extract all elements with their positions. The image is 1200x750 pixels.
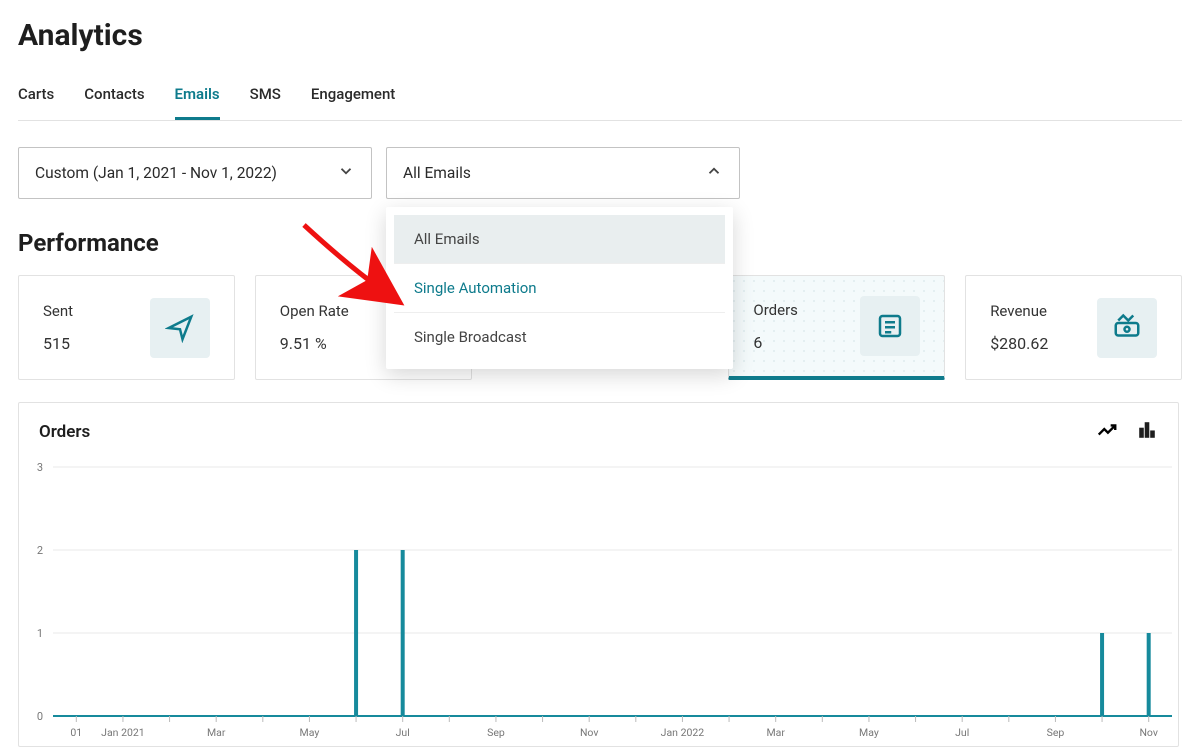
email-filter-select[interactable]: All Emails <box>386 147 740 199</box>
svg-text:Jan 2022: Jan 2022 <box>661 726 705 739</box>
send-icon <box>150 298 210 358</box>
svg-text:01: 01 <box>70 726 82 739</box>
date-range-select[interactable]: Custom (Jan 1, 2021 - Nov 1, 2022) <box>18 147 372 199</box>
card-value: 6 <box>753 333 798 352</box>
date-range-label: Custom (Jan 1, 2021 - Nov 1, 2022) <box>35 164 277 182</box>
svg-text:Nov: Nov <box>580 726 599 739</box>
tab-contacts[interactable]: Contacts <box>84 75 144 120</box>
card-revenue[interactable]: Revenue $280.62 <box>965 275 1182 380</box>
svg-text:May: May <box>300 726 320 739</box>
svg-text:Sep: Sep <box>1047 726 1065 739</box>
svg-text:Mar: Mar <box>207 726 226 739</box>
dropdown-item-all-emails[interactable]: All Emails <box>394 215 725 264</box>
tabs-bar: Carts Contacts Emails SMS Engagement <box>18 75 1182 121</box>
tab-sms[interactable]: SMS <box>250 75 281 120</box>
email-filter-dropdown: All Emails Single Automation Single Broa… <box>386 207 733 369</box>
email-filter-label: All Emails <box>403 164 471 182</box>
svg-text:Jan 2021: Jan 2021 <box>101 726 145 739</box>
tab-engagement[interactable]: Engagement <box>311 75 395 120</box>
tab-emails[interactable]: Emails <box>175 75 220 120</box>
svg-text:Nov: Nov <box>1139 726 1158 739</box>
chart-title: Orders <box>39 422 90 442</box>
revenue-icon <box>1097 298 1157 358</box>
card-label: Orders <box>753 301 798 319</box>
bar-chart-icon[interactable] <box>1136 419 1158 445</box>
card-label: Open Rate <box>280 302 349 320</box>
svg-text:May: May <box>859 726 879 739</box>
orders-icon <box>860 296 920 356</box>
svg-text:Jul: Jul <box>396 726 410 739</box>
svg-text:Mar: Mar <box>766 726 785 739</box>
card-value: 9.51 % <box>280 334 349 353</box>
dropdown-item-single-broadcast[interactable]: Single Broadcast <box>394 313 725 361</box>
card-sent[interactable]: Sent 515 <box>18 275 235 380</box>
svg-text:Sep: Sep <box>487 726 505 739</box>
svg-text:1: 1 <box>37 627 43 640</box>
orders-chart-card: Orders 012301Jan 2021MarMayJulSepNovJan … <box>18 402 1179 747</box>
line-chart-icon[interactable] <box>1096 419 1118 445</box>
card-value: 515 <box>43 334 73 353</box>
card-label: Sent <box>43 302 73 320</box>
chevron-up-icon <box>705 162 723 184</box>
orders-chart: 012301Jan 2021MarMayJulSepNovJan 2022Mar… <box>19 461 1180 746</box>
card-label: Revenue <box>990 302 1048 320</box>
card-value: $280.62 <box>990 334 1048 353</box>
page-title: Analytics <box>18 18 1182 53</box>
svg-text:3: 3 <box>37 461 43 474</box>
svg-text:2: 2 <box>37 544 43 557</box>
tab-carts[interactable]: Carts <box>18 75 54 120</box>
chevron-down-icon <box>337 162 355 184</box>
card-orders[interactable]: Orders 6 <box>728 275 945 380</box>
dropdown-item-single-automation[interactable]: Single Automation <box>394 264 725 313</box>
svg-text:0: 0 <box>37 710 43 723</box>
svg-text:Jul: Jul <box>955 726 969 739</box>
